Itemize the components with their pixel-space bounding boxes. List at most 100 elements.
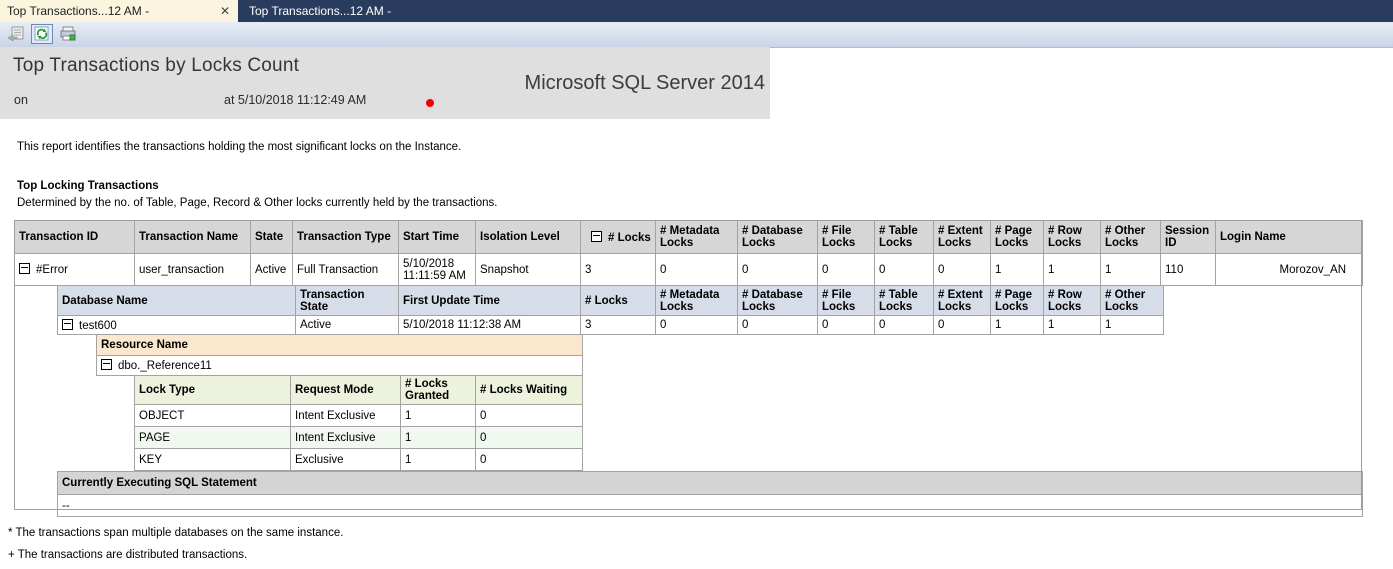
page-locks-cell: 1 bbox=[991, 316, 1044, 335]
col-isolation-level: Isolation Level bbox=[476, 221, 581, 254]
database-row: test600 Active 5/10/2018 11:12:38 AM 3 0… bbox=[58, 316, 1164, 335]
resource-header-row: Resource Name bbox=[97, 335, 583, 356]
footnote-distributed: + The transactions are distributed trans… bbox=[8, 549, 247, 561]
col-table-locks: # Table Locks bbox=[875, 286, 934, 316]
col-request-mode: Request Mode bbox=[291, 376, 401, 405]
col-table-locks: # Table Locks bbox=[875, 221, 934, 254]
close-icon[interactable]: ✕ bbox=[220, 0, 230, 22]
extent-locks-cell: 0 bbox=[934, 254, 991, 286]
transaction-type-cell: Full Transaction bbox=[293, 254, 399, 286]
sql-statement-table: Currently Executing SQL Statement -- bbox=[57, 471, 1363, 517]
col-transaction-id: Transaction ID bbox=[15, 221, 135, 254]
col-locks: # Locks bbox=[581, 221, 656, 254]
file-locks-cell: 0 bbox=[818, 254, 875, 286]
row-locks-cell: 1 bbox=[1044, 254, 1101, 286]
database-locks-cell: 0 bbox=[738, 254, 818, 286]
request-mode-cell: Exclusive bbox=[291, 449, 401, 471]
row-locks-cell: 1 bbox=[1044, 316, 1101, 335]
tab-top-transactions-active[interactable]: Top Transactions...12 AM - ✕ bbox=[0, 0, 238, 22]
locks-waiting-cell: 0 bbox=[476, 427, 583, 449]
locks-waiting-cell: 0 bbox=[476, 405, 583, 427]
login-name-cell: Morozov_AN bbox=[1216, 254, 1363, 286]
col-page-locks: # Page Locks bbox=[991, 221, 1044, 254]
page-locks-cell: 1 bbox=[991, 254, 1044, 286]
print-icon[interactable] bbox=[57, 24, 79, 44]
sql-statement-value: -- bbox=[58, 495, 1363, 517]
col-transaction-type: Transaction Type bbox=[293, 221, 399, 254]
tab-label: Top Transactions...12 AM - bbox=[249, 4, 391, 18]
col-locks-granted: # Locks Granted bbox=[401, 376, 476, 405]
collapse-icon[interactable] bbox=[19, 263, 30, 274]
transactions-header-row: Transaction ID Transaction Name State Tr… bbox=[15, 221, 1363, 254]
recording-dot-icon bbox=[426, 99, 434, 107]
lock-row-key: KEY Exclusive 1 0 bbox=[135, 449, 583, 471]
sql-statement-header: Currently Executing SQL Statement bbox=[58, 472, 1363, 495]
transaction-id-cell: #Error bbox=[15, 254, 135, 286]
col-transaction-state: Transaction State bbox=[296, 286, 399, 316]
locks-header-row: Lock Type Request Mode # Locks Granted #… bbox=[135, 376, 583, 405]
col-row-locks: # Row Locks bbox=[1044, 221, 1101, 254]
col-other-locks: # Other Locks bbox=[1101, 286, 1164, 316]
col-resource-name: Resource Name bbox=[97, 335, 583, 356]
state-cell: Active bbox=[251, 254, 293, 286]
locks-table: Lock Type Request Mode # Locks Granted #… bbox=[134, 375, 583, 471]
start-time-cell: 5/10/2018 11:11:59 AM bbox=[399, 254, 476, 286]
request-mode-cell: Intent Exclusive bbox=[291, 427, 401, 449]
refresh-icon[interactable] bbox=[31, 24, 53, 44]
lock-type-cell: KEY bbox=[135, 449, 291, 471]
col-database-locks: # Database Locks bbox=[738, 286, 818, 316]
navigate-back-icon[interactable] bbox=[5, 24, 27, 44]
resource-table: Resource Name dbo._Reference11 bbox=[96, 334, 583, 376]
col-state: State bbox=[251, 221, 293, 254]
col-session-id: Session ID bbox=[1161, 221, 1216, 254]
report-toolbar bbox=[0, 22, 1393, 48]
col-file-locks: # File Locks bbox=[818, 286, 875, 316]
col-database-name: Database Name bbox=[58, 286, 296, 316]
col-extent-locks: # Extent Locks bbox=[934, 221, 991, 254]
report-title: Top Transactions by Locks Count bbox=[13, 55, 299, 77]
transaction-row: #Error user_transaction Active Full Tran… bbox=[15, 254, 1363, 286]
tab-top-transactions-inactive[interactable]: Top Transactions...12 AM - bbox=[249, 0, 391, 22]
section-subtitle: Determined by the no. of Table, Page, Re… bbox=[17, 197, 497, 209]
isolation-level-cell: Snapshot bbox=[476, 254, 581, 286]
extent-locks-cell: 0 bbox=[934, 316, 991, 335]
file-locks-cell: 0 bbox=[818, 316, 875, 335]
col-first-update-time: First Update Time bbox=[399, 286, 581, 316]
databases-header-row: Database Name Transaction State First Up… bbox=[58, 286, 1164, 316]
collapse-icon[interactable] bbox=[62, 319, 73, 330]
collapse-icon[interactable] bbox=[101, 359, 112, 370]
lock-type-cell: OBJECT bbox=[135, 405, 291, 427]
databases-table: Database Name Transaction State First Up… bbox=[57, 285, 1164, 335]
resource-row: dbo._Reference11 bbox=[97, 356, 583, 376]
locks-cell: 3 bbox=[581, 254, 656, 286]
locks-granted-cell: 1 bbox=[401, 405, 476, 427]
other-locks-cell: 1 bbox=[1101, 254, 1161, 286]
col-locks-waiting: # Locks Waiting bbox=[476, 376, 583, 405]
report-header: Top Transactions by Locks Count on at 5/… bbox=[0, 47, 770, 119]
resource-name-cell: dbo._Reference11 bbox=[97, 356, 583, 376]
report-description: This report identifies the transactions … bbox=[17, 141, 461, 153]
locks-cell: 3 bbox=[581, 316, 656, 335]
col-start-time: Start Time bbox=[399, 221, 476, 254]
metadata-locks-cell: 0 bbox=[656, 254, 738, 286]
col-login-name: Login Name bbox=[1216, 221, 1363, 254]
sql-statement-header-row: Currently Executing SQL Statement bbox=[58, 472, 1363, 495]
col-transaction-name: Transaction Name bbox=[135, 221, 251, 254]
transactions-table: Transaction ID Transaction Name State Tr… bbox=[14, 220, 1363, 286]
database-locks-cell: 0 bbox=[738, 316, 818, 335]
section-title: Top Locking Transactions bbox=[17, 180, 159, 192]
lock-row-object: OBJECT Intent Exclusive 1 0 bbox=[135, 405, 583, 427]
collapse-icon[interactable] bbox=[591, 231, 602, 242]
server-on-label: on bbox=[14, 93, 28, 107]
col-metadata-locks: # Metadata Locks bbox=[656, 221, 738, 254]
col-database-locks: # Database Locks bbox=[738, 221, 818, 254]
col-extent-locks: # Extent Locks bbox=[934, 286, 991, 316]
database-name-cell: test600 bbox=[58, 316, 296, 335]
col-lock-type: Lock Type bbox=[135, 376, 291, 405]
col-row-locks: # Row Locks bbox=[1044, 286, 1101, 316]
session-id-cell: 110 bbox=[1161, 254, 1216, 286]
ssms-report-window: Top Transactions...12 AM - ✕ Top Transac… bbox=[0, 0, 1393, 569]
transaction-name-cell: user_transaction bbox=[135, 254, 251, 286]
footnote-span-databases: * The transactions span multiple databas… bbox=[8, 527, 343, 539]
locks-granted-cell: 1 bbox=[401, 449, 476, 471]
